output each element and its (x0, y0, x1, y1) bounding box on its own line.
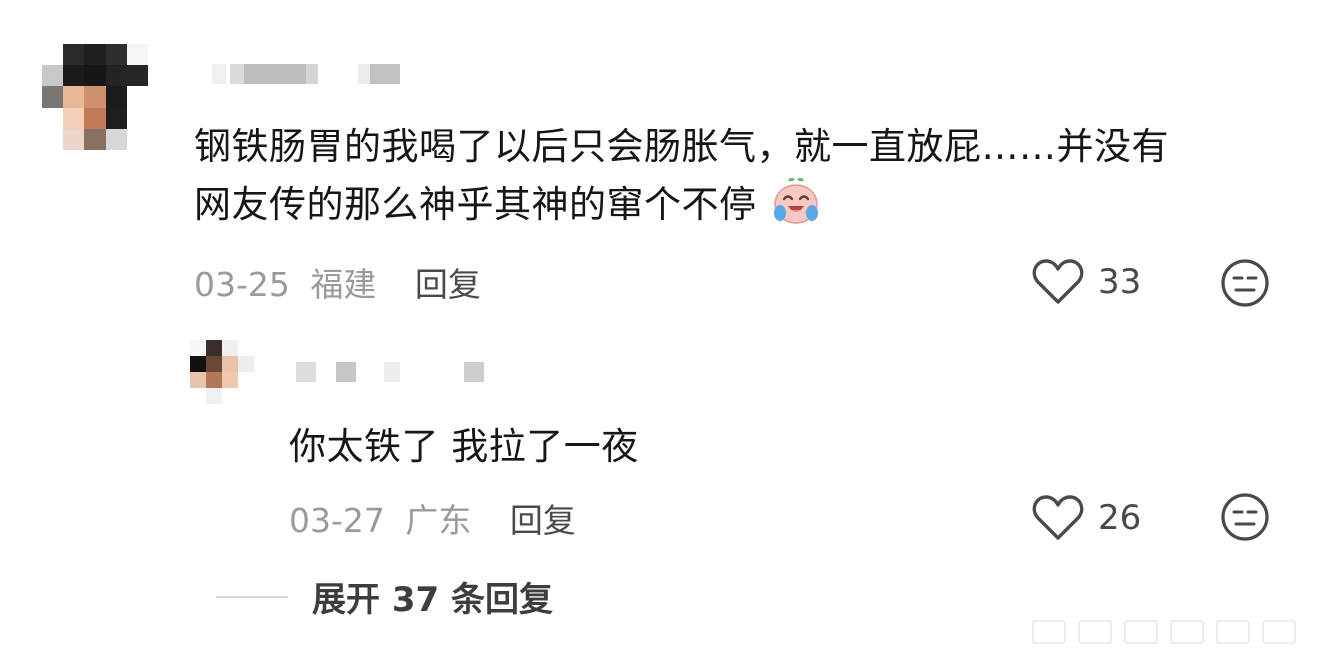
avatar-pixel (42, 65, 64, 87)
avatar-pixel (42, 44, 64, 66)
avatar-pixel (63, 86, 85, 108)
avatar-pixel (84, 65, 106, 87)
avatar-pixel (190, 372, 206, 388)
like-count: 33 (1098, 262, 1142, 302)
avatar-pixel (222, 356, 238, 372)
avatar-pixel (238, 356, 254, 372)
watermark (1032, 620, 1296, 644)
avatar-pixel (222, 372, 238, 388)
comment-line-1: 钢铁肠胃的我喝了以后只会肠胀气，就一直放屁……并没有 (194, 125, 1169, 168)
avatar-pixel (126, 86, 148, 108)
avatar-pixel (206, 388, 222, 404)
avatar-pixel (84, 44, 106, 66)
avatar[interactable] (42, 44, 148, 150)
expand-replies-button[interactable]: 展开 37 条回复 (216, 572, 553, 621)
like-button[interactable]: 26 (1032, 494, 1141, 542)
heart-outline-icon (1032, 259, 1084, 304)
avatar-pixel (238, 372, 254, 388)
avatar-pixel (63, 65, 85, 87)
comment-location: 福建 (310, 265, 377, 304)
avatar-pixel (105, 86, 127, 108)
reply-meta: 03-27 广东 回复 (289, 494, 576, 542)
avatar-pixel (206, 372, 222, 388)
reply-button[interactable]: 回复 (510, 501, 576, 540)
avatar-pixel (42, 107, 64, 129)
avatar-pixel (63, 128, 85, 150)
avatar-pixel (63, 107, 85, 129)
avatar-pixel (105, 65, 127, 87)
avatar-pixel (84, 107, 106, 129)
avatar-pixel (84, 86, 106, 108)
reply-date: 03-27 (289, 501, 385, 540)
avatar-pixel (42, 128, 64, 150)
avatar-pixel (206, 356, 222, 372)
avatar-pixel (126, 128, 148, 150)
comment-date: 03-25 (194, 265, 290, 304)
reply-button[interactable]: 回复 (415, 265, 481, 304)
avatar-pixel (190, 388, 206, 404)
comment-meta: 03-25 福建 回复 (194, 258, 481, 306)
avatar-pixel (190, 356, 206, 372)
avatar-pixel (222, 388, 238, 404)
avatar-pixel (105, 128, 127, 150)
divider (216, 595, 288, 598)
avatar-pixel (206, 340, 222, 356)
avatar-pixel (126, 107, 148, 129)
crying-laughing-baby-emoji-icon (773, 177, 818, 224)
expand-replies-label: 展开 37 条回复 (312, 580, 553, 620)
avatar-pixel (42, 86, 64, 108)
comment-line-2: 网友传的那么神乎其神的窜个不停 (194, 175, 1274, 233)
comment-text: 钢铁肠胃的我喝了以后只会肠胀气，就一直放屁……并没有 网友传的那么神乎其神的窜个… (194, 118, 1274, 233)
reply-location: 广东 (405, 501, 472, 540)
like-button[interactable]: 33 (1032, 258, 1141, 306)
reply-text: 你太铁了 我拉了一夜 (289, 425, 639, 468)
heart-outline-icon (1032, 495, 1084, 540)
meh-face-icon[interactable] (1220, 258, 1270, 308)
username-redacted[interactable] (212, 64, 412, 84)
username-redacted[interactable] (296, 362, 496, 382)
avatar-pixel (238, 340, 254, 356)
avatar-pixel (126, 65, 148, 87)
avatar-pixel (222, 340, 238, 356)
comment-line-2-text: 网友传的那么神乎其神的窜个不停 (194, 183, 757, 226)
meh-face-icon[interactable] (1220, 492, 1270, 542)
like-count: 26 (1098, 498, 1142, 538)
avatar-pixel (84, 128, 106, 150)
avatar[interactable] (190, 340, 254, 404)
avatar-pixel (105, 107, 127, 129)
avatar-pixel (238, 388, 254, 404)
avatar-pixel (190, 340, 206, 356)
avatar-pixel (105, 44, 127, 66)
avatar-pixel (126, 44, 148, 66)
avatar-pixel (63, 44, 85, 66)
